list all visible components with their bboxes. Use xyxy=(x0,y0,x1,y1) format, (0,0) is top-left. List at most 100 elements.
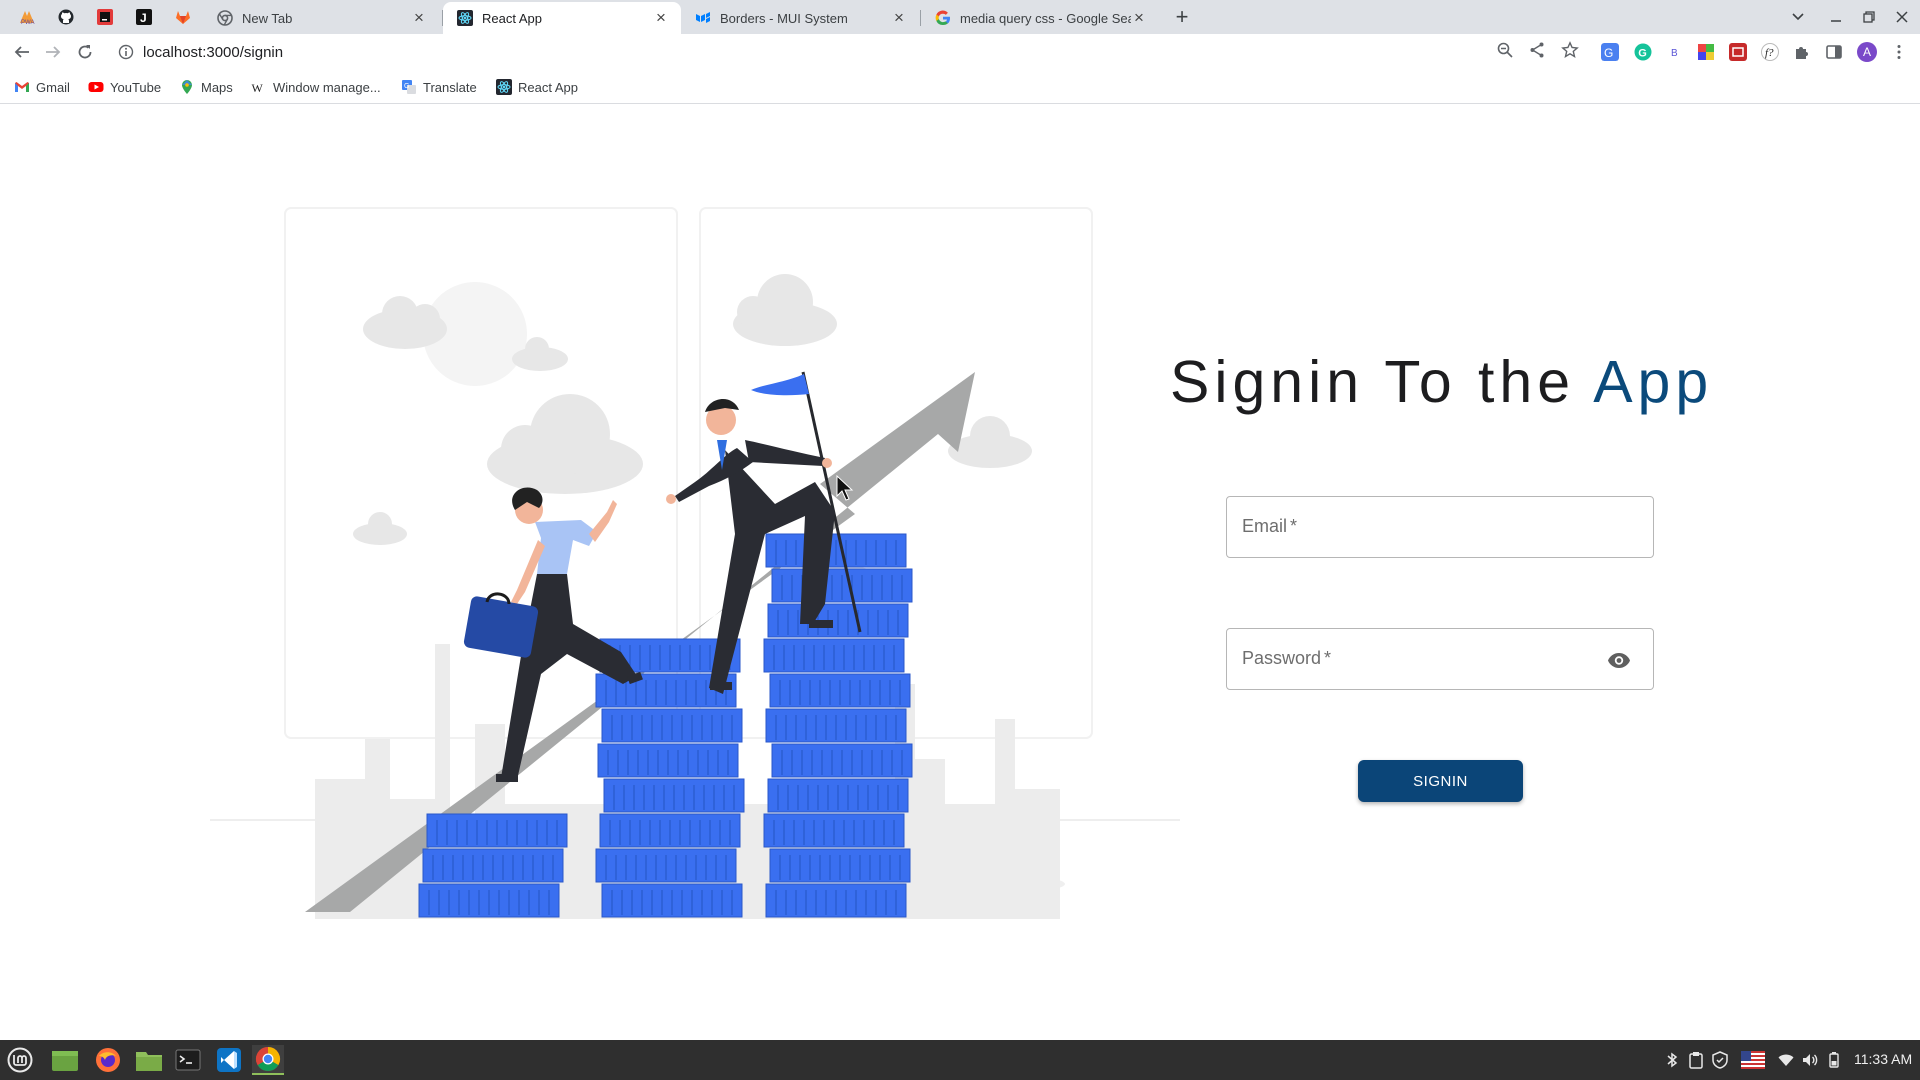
tab-close-button[interactable]: × xyxy=(653,8,669,27)
fonts-ninja-extension-icon[interactable]: f? xyxy=(1761,43,1779,61)
email-input[interactable] xyxy=(1227,497,1653,557)
signin-page: Signin To the App Email * Password * SIGNI… xyxy=(0,104,1920,1040)
vscode-icon xyxy=(217,1048,241,1072)
url-text: localhost:3000/signin xyxy=(143,43,284,61)
tab-react-app[interactable]: React App × xyxy=(443,2,681,34)
bookmark-maps[interactable]: Maps xyxy=(179,78,233,96)
password-input[interactable] xyxy=(1227,629,1653,689)
bookmark-window-manager[interactable]: W Window manage... xyxy=(251,78,381,96)
arrow-right-icon xyxy=(46,46,61,58)
tab-title: React App xyxy=(482,10,542,26)
share-icon[interactable] xyxy=(1528,41,1546,59)
taskbar-chrome[interactable] xyxy=(252,1045,284,1075)
pinned-tab-github[interactable] xyxy=(47,3,85,31)
taskbar-files[interactable] xyxy=(49,1045,81,1075)
screenshot-extension-icon[interactable] xyxy=(1729,43,1747,61)
pinned-tab-jetbrains[interactable] xyxy=(86,3,124,31)
email-field[interactable]: Email * xyxy=(1226,496,1654,558)
restore-button[interactable] xyxy=(1858,7,1880,27)
clock[interactable]: 11:33 AM xyxy=(1854,1051,1912,1067)
tab-close-button[interactable]: × xyxy=(891,8,907,27)
bookmark-label: YouTube xyxy=(110,79,162,95)
us-flag-keyboard-layout-icon[interactable] xyxy=(1741,1051,1765,1069)
svg-text:G: G xyxy=(404,83,409,90)
bookmark-label: Window manage... xyxy=(273,79,381,95)
bookmark-gmail[interactable]: Gmail xyxy=(14,78,70,96)
new-tab-button[interactable]: + xyxy=(1170,4,1194,29)
google-icon xyxy=(935,10,950,26)
wikipedia-icon: W xyxy=(252,81,264,95)
visibility-eye-icon[interactable] xyxy=(1607,648,1631,672)
close-window-button[interactable] xyxy=(1891,7,1913,27)
taskbar-folder[interactable] xyxy=(133,1045,165,1075)
volume-icon[interactable] xyxy=(1801,1051,1819,1069)
tab-title: Borders - MUI System xyxy=(720,10,848,26)
bluetooth-icon[interactable] xyxy=(1663,1051,1681,1069)
tab-mui-borders[interactable]: Borders - MUI System × xyxy=(681,2,919,34)
tab-google-search[interactable]: media query css - Google Sea × xyxy=(921,2,1159,34)
github-icon xyxy=(58,9,74,25)
os-taskbar: 11:33 AM xyxy=(0,1040,1920,1080)
google-translate-extension-icon[interactable]: G xyxy=(1601,43,1619,61)
signin-button[interactable]: SIGNIN xyxy=(1358,760,1523,802)
bookmark-label: Gmail xyxy=(36,79,70,95)
title-accent: App xyxy=(1593,349,1714,415)
back-button[interactable] xyxy=(8,38,36,66)
folder-icon xyxy=(136,1052,162,1071)
restore-icon xyxy=(1863,11,1875,23)
browser-toolbar: localhost:3000/signin G G B f? A xyxy=(0,34,1920,70)
mui-icon xyxy=(696,12,710,23)
maps-icon xyxy=(182,80,192,94)
translate-icon: G xyxy=(402,80,416,94)
color-picker-extension-icon[interactable] xyxy=(1697,43,1715,61)
info-icon xyxy=(118,44,134,60)
password-field[interactable]: Password * xyxy=(1226,628,1654,690)
taskbar-firefox[interactable] xyxy=(92,1045,124,1075)
tab-title: media query css - Google Sea xyxy=(960,10,1131,26)
kebab-menu-icon[interactable] xyxy=(1890,43,1908,61)
chrome-icon xyxy=(255,1047,281,1072)
taskbar-vscode[interactable] xyxy=(213,1045,245,1075)
tab-search-button[interactable] xyxy=(1787,6,1809,26)
grammarly-extension-icon[interactable]: G xyxy=(1634,43,1652,61)
youtube-icon xyxy=(88,82,104,92)
battery-icon[interactable] xyxy=(1825,1051,1843,1069)
extensions-puzzle-icon[interactable] xyxy=(1793,43,1811,61)
zoom-icon[interactable] xyxy=(1496,41,1514,59)
tab-close-button[interactable]: × xyxy=(1131,8,1147,27)
pinned-tab-gitlab[interactable] xyxy=(164,3,202,31)
reload-button[interactable] xyxy=(71,38,99,66)
gmail-icon xyxy=(15,82,29,92)
pinned-tab-pwa[interactable]: PWA xyxy=(8,3,46,31)
reload-icon xyxy=(78,45,92,59)
mint-menu-button[interactable] xyxy=(4,1045,36,1075)
forward-button[interactable] xyxy=(39,38,67,66)
bookmark-youtube[interactable]: YouTube xyxy=(88,78,161,96)
taskbar-terminal[interactable] xyxy=(172,1045,204,1075)
star-icon[interactable] xyxy=(1561,41,1579,59)
bookmark-react-app[interactable]: React App xyxy=(496,78,578,96)
bookmark-translate[interactable]: G Translate xyxy=(401,78,477,96)
tab-new-tab[interactable]: New Tab × xyxy=(203,2,439,34)
address-bar[interactable]: localhost:3000/signin xyxy=(108,37,1563,67)
chrome-icon xyxy=(217,10,233,26)
svg-text:G: G xyxy=(1604,46,1613,60)
tab-strip: PWA J New Tab × React App × Borders - MU… xyxy=(0,0,1920,34)
svg-text:J: J xyxy=(140,11,147,25)
shield-icon[interactable] xyxy=(1711,1051,1729,1069)
tab-title: New Tab xyxy=(242,10,293,26)
pinned-tab-notion[interactable]: J xyxy=(125,3,163,31)
gitlab-icon xyxy=(176,11,190,24)
bookmarks-bar: Gmail YouTube Maps W Window manage... G … xyxy=(0,70,1920,104)
notion-icon: J xyxy=(136,9,152,25)
terminal-icon xyxy=(175,1049,201,1071)
svg-text:f?: f? xyxy=(1765,47,1774,59)
minimize-button[interactable] xyxy=(1825,7,1847,27)
tab-close-button[interactable]: × xyxy=(411,8,427,27)
wifi-icon[interactable] xyxy=(1777,1051,1795,1069)
clipboard-icon[interactable] xyxy=(1687,1051,1705,1069)
arrow-left-icon xyxy=(14,46,29,58)
profile-avatar[interactable]: A xyxy=(1857,42,1877,62)
side-panel-icon[interactable] xyxy=(1825,43,1843,61)
bitwarden-extension-icon[interactable]: B xyxy=(1666,43,1684,61)
